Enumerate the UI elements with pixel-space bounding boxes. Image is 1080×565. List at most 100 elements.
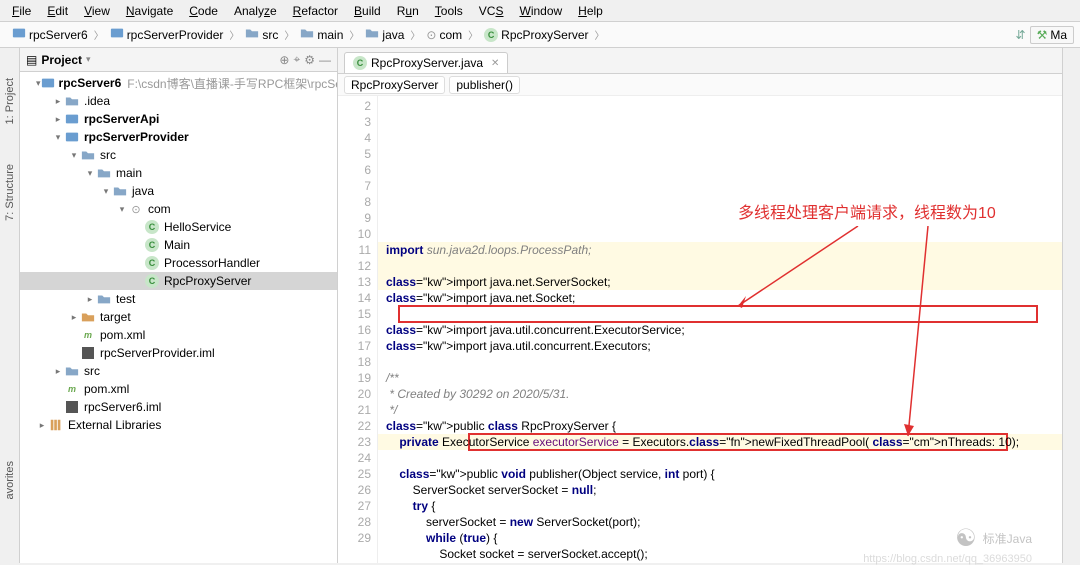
crumb-method[interactable]: publisher() <box>449 76 520 94</box>
tree-label: rpcServer6 <box>57 76 124 90</box>
dropdown-icon[interactable]: ▾ <box>86 54 91 65</box>
tree-node[interactable]: CRpcProxyServer <box>20 272 337 290</box>
breadcrumb-item[interactable]: src <box>241 25 282 44</box>
tree-twisty[interactable]: ▸ <box>52 114 64 125</box>
tree-icon: ⊙ <box>128 201 144 217</box>
annotation-text: 多线程处理客户端请求，线程数为10 <box>738 206 996 222</box>
tree-node[interactable]: ▾main <box>20 164 337 182</box>
tree-node[interactable]: ▸rpcServerApi <box>20 110 337 128</box>
collapse-icon[interactable]: ⊕ <box>279 53 289 67</box>
project-tree[interactable]: ▾rpcServer6F:\csdn博客\直播课-手写RPC框架\rpcServ… <box>20 72 337 563</box>
tree-twisty[interactable]: ▾ <box>52 132 64 143</box>
tree-node[interactable]: ▾java <box>20 182 337 200</box>
tree-node[interactable]: ▸ src <box>20 362 337 380</box>
tree-node[interactable]: mpom.xml <box>20 326 337 344</box>
tree-node[interactable]: ▸test <box>20 290 337 308</box>
tree-label: rpcServerProvider <box>82 130 191 144</box>
folder-icon <box>245 26 259 43</box>
make-button-label: Ma <box>1050 28 1067 42</box>
tab-project[interactable]: 1: Project <box>4 78 16 124</box>
tree-icon: C <box>144 273 160 289</box>
class-icon: C <box>484 28 498 42</box>
project-header: ▤ Project ▾ ⊕ ⌖ ⚙ — <box>20 48 337 72</box>
tree-twisty[interactable]: ▸ <box>52 96 64 107</box>
breadcrumb-item[interactable]: ⊙com <box>422 27 466 43</box>
breadcrumb-label: RpcProxyServer <box>501 28 588 42</box>
menu-code[interactable]: Code <box>181 2 226 20</box>
menu-analyze[interactable]: Analyze <box>226 2 285 20</box>
menu-refactor[interactable]: Refactor <box>285 2 346 20</box>
module-icon <box>110 26 124 43</box>
breadcrumb-bar: rpcServer6〉rpcServerProvider〉src〉main〉ja… <box>0 22 1080 48</box>
tree-label: pom.xml <box>82 382 131 396</box>
make-button[interactable]: ⚒ Ma <box>1030 26 1074 44</box>
class-icon: C <box>353 56 367 70</box>
project-view-icon[interactable]: ▤ <box>26 53 37 67</box>
breadcrumb-label: rpcServer6 <box>29 28 88 42</box>
breadcrumb-label: src <box>262 28 278 42</box>
right-tool-strip <box>1062 48 1080 563</box>
close-icon[interactable]: ✕ <box>487 58 499 69</box>
tree-node[interactable]: ▸target <box>20 308 337 326</box>
menu-vcs[interactable]: VCS <box>471 2 512 20</box>
menu-tools[interactable]: Tools <box>427 2 471 20</box>
tree-node[interactable]: ▾rpcServer6F:\csdn博客\直播课-手写RPC框架\rpcServ… <box>20 74 337 92</box>
tree-twisty[interactable]: ▸ <box>36 420 48 431</box>
breadcrumb-label: com <box>439 28 462 42</box>
tab-favorites[interactable]: avorites <box>4 461 16 500</box>
menu-view[interactable]: View <box>76 2 118 20</box>
menu-help[interactable]: Help <box>570 2 611 20</box>
tree-node[interactable]: CMain <box>20 236 337 254</box>
editor-area: C RpcProxyServer.java ✕ RpcProxyServer p… <box>338 48 1062 563</box>
tree-icon: C <box>144 237 160 253</box>
breadcrumb-item[interactable]: main <box>296 25 347 44</box>
tree-node[interactable]: ▾ rpcServerProvider <box>20 128 337 146</box>
watermark-sub: https://blog.csdn.net/qq_36963950 <box>863 553 1032 565</box>
tree-label: rpcServer6.iml <box>82 400 163 414</box>
tree-node[interactable]: rpcServer6.iml <box>20 398 337 416</box>
tree-node[interactable]: ▾⊙com <box>20 200 337 218</box>
breadcrumb-item[interactable]: CRpcProxyServer <box>480 27 592 43</box>
code-editor[interactable]: 2345678910111213141516171819202122232425… <box>338 96 1062 563</box>
tree-node[interactable]: CProcessorHandler <box>20 254 337 272</box>
tree-twisty[interactable]: ▸ <box>68 312 80 323</box>
tree-icon <box>96 165 112 181</box>
tree-twisty[interactable]: ▾ <box>100 186 112 197</box>
tree-icon <box>80 147 96 163</box>
breadcrumb-item[interactable]: java <box>361 25 408 44</box>
tree-twisty[interactable]: ▾ <box>84 168 96 179</box>
tree-twisty[interactable]: ▸ <box>84 294 96 305</box>
tree-node[interactable]: mpom.xml <box>20 380 337 398</box>
breadcrumb-label: java <box>382 28 404 42</box>
gutter-config-icon[interactable]: ⇵ <box>1016 28 1026 42</box>
hide-icon[interactable]: — <box>319 53 331 67</box>
menu-edit[interactable]: Edit <box>39 2 76 20</box>
tree-node[interactable]: rpcServerProvider.iml <box>20 344 337 362</box>
tree-twisty[interactable]: ▾ <box>68 150 80 161</box>
tab-structure[interactable]: 7: Structure <box>4 164 16 221</box>
tree-node[interactable]: ▾src <box>20 146 337 164</box>
menu-navigate[interactable]: Navigate <box>118 2 181 20</box>
breadcrumb-item[interactable]: rpcServer6 <box>8 25 92 44</box>
menu-build[interactable]: Build <box>346 2 389 20</box>
tree-node[interactable]: ▸External Libraries <box>20 416 337 434</box>
tree-twisty[interactable]: ▾ <box>116 204 128 215</box>
tree-icon <box>64 129 80 145</box>
editor-tab[interactable]: C RpcProxyServer.java ✕ <box>344 52 508 73</box>
menu-file[interactable]: File <box>4 2 39 20</box>
menu-window[interactable]: Window <box>511 2 570 20</box>
tree-twisty[interactable]: ▸ <box>52 366 64 377</box>
tree-node[interactable]: CHelloService <box>20 218 337 236</box>
gear-icon[interactable]: ⚙ <box>304 53 315 67</box>
menu-run[interactable]: Run <box>389 2 427 20</box>
code-body[interactable]: 多线程处理客户端请求，线程数为10 import sun.java2d.loop… <box>378 96 1062 563</box>
tree-node[interactable]: ▸.idea <box>20 92 337 110</box>
breadcrumb-item[interactable]: rpcServerProvider <box>106 25 228 44</box>
tree-icon <box>64 111 80 127</box>
tab-label: RpcProxyServer.java <box>371 56 483 70</box>
tree-label: src <box>82 364 102 378</box>
crumb-class[interactable]: RpcProxyServer <box>344 76 445 94</box>
hammer-icon: ⚒ <box>1037 28 1048 42</box>
tree-label: rpcServerProvider.iml <box>98 346 217 360</box>
scroll-icon[interactable]: ⌖ <box>293 52 300 67</box>
